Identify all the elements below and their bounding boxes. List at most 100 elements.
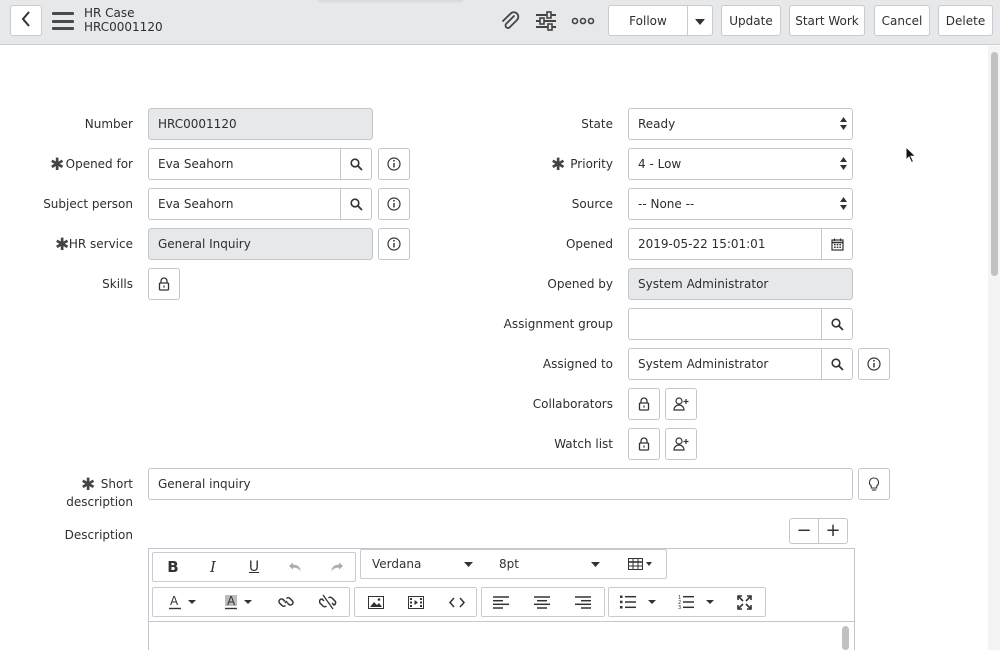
- opened-calendar-button[interactable]: [821, 228, 853, 260]
- expand-editor-button[interactable]: +: [818, 518, 848, 544]
- link-icon[interactable]: [271, 588, 301, 616]
- form-header: HR Case HRC0001120 Follow Update Start W…: [0, 0, 1000, 45]
- align-center-icon[interactable]: [527, 588, 557, 616]
- chevron-down-icon: [588, 550, 602, 578]
- search-icon: [349, 197, 363, 211]
- hr-service-field[interactable]: General Inquiry: [148, 228, 373, 260]
- align-right-icon[interactable]: [568, 588, 598, 616]
- chevron-down-icon: [695, 14, 705, 28]
- opened-by-label: Opened by: [547, 277, 613, 291]
- subject-person-info-button[interactable]: [378, 188, 410, 220]
- number-field[interactable]: HRC0001120: [148, 108, 373, 140]
- follow-button[interactable]: Follow: [608, 5, 688, 36]
- cancel-button[interactable]: Cancel: [874, 5, 930, 36]
- info-icon: [867, 357, 881, 371]
- skills-unlock-button[interactable]: [148, 268, 180, 300]
- font-size-select[interactable]: 8pt: [499, 550, 599, 578]
- svg-text:A: A: [170, 594, 179, 608]
- assigned-to-field[interactable]: System Administrator: [628, 348, 822, 380]
- watch-list-unlock-button[interactable]: [628, 428, 660, 460]
- hr-service-label: HR service: [68, 237, 133, 251]
- watch-list-add-me-button[interactable]: [665, 428, 697, 460]
- source-value: -- None --: [638, 197, 695, 211]
- opened-field[interactable]: 2019-05-22 15:01:01: [628, 228, 822, 260]
- priority-value: 4 - Low: [638, 157, 682, 171]
- image-icon[interactable]: [361, 588, 391, 616]
- back-icon: [21, 11, 31, 30]
- state-label: State: [581, 117, 613, 131]
- subject-person-field[interactable]: Eva Seahorn: [148, 188, 341, 220]
- list-toolbar-group: 123: [608, 587, 766, 617]
- editor-scrollbar[interactable]: [842, 626, 849, 650]
- back-button[interactable]: [10, 5, 42, 36]
- watch-list-label: Watch list: [554, 437, 613, 451]
- opened-by-field[interactable]: System Administrator: [628, 268, 853, 300]
- redo-icon[interactable]: [323, 553, 351, 581]
- collaborators-label: Collaborators: [532, 397, 613, 411]
- editor-content-divider: [148, 621, 855, 622]
- page-scrollbar-thumb[interactable]: [991, 52, 998, 276]
- search-icon: [830, 317, 844, 331]
- video-icon[interactable]: [401, 588, 431, 616]
- state-select[interactable]: Ready: [628, 108, 853, 140]
- collapse-editor-button[interactable]: −: [789, 518, 819, 544]
- code-icon[interactable]: [442, 588, 472, 616]
- italic-icon[interactable]: I: [199, 553, 227, 581]
- assignment-group-field[interactable]: [628, 308, 822, 340]
- more-icon[interactable]: [571, 10, 595, 32]
- svg-text:A: A: [227, 594, 236, 608]
- assigned-to-label: Assigned to: [542, 357, 613, 371]
- subject-person-label: Subject person: [43, 197, 133, 211]
- start-work-button[interactable]: Start Work: [789, 5, 865, 36]
- short-description-field[interactable]: General inquiry: [148, 468, 853, 500]
- update-button[interactable]: Update: [721, 5, 781, 36]
- background-color-icon[interactable]: A: [217, 588, 261, 616]
- follow-dropdown-button[interactable]: [687, 5, 713, 36]
- text-color-icon[interactable]: A: [161, 588, 205, 616]
- assignment-group-label: Assignment group: [503, 317, 613, 331]
- record-type: HR Case: [84, 6, 135, 20]
- subject-person-lookup-button[interactable]: [340, 188, 372, 220]
- assigned-to-lookup-button[interactable]: [821, 348, 853, 380]
- mouse-cursor-icon: [905, 145, 917, 167]
- lock-icon: [158, 277, 170, 291]
- opened-for-lookup-button[interactable]: [340, 148, 372, 180]
- bold-icon[interactable]: B: [159, 553, 187, 581]
- bullet-list-icon[interactable]: [615, 588, 663, 616]
- table-icon[interactable]: [623, 550, 657, 578]
- add-user-icon: [673, 397, 689, 411]
- assignment-group-lookup-button[interactable]: [821, 308, 853, 340]
- priority-label: Priority: [570, 157, 613, 171]
- opened-for-info-button[interactable]: [378, 148, 410, 180]
- paperclip-icon[interactable]: [498, 10, 522, 32]
- calendar-icon: [830, 238, 844, 251]
- add-user-icon: [673, 437, 689, 451]
- align-left-icon[interactable]: [486, 588, 516, 616]
- hamburger-menu-icon[interactable]: [52, 12, 74, 30]
- lock-icon: [638, 437, 650, 451]
- source-select[interactable]: -- None --: [628, 188, 853, 220]
- fullscreen-icon[interactable]: [729, 588, 759, 616]
- undo-icon[interactable]: [281, 553, 309, 581]
- underline-icon[interactable]: U: [240, 553, 268, 581]
- suggestion-button[interactable]: [858, 468, 890, 500]
- hr-service-info-button[interactable]: [378, 228, 410, 260]
- number-label: Number: [84, 117, 133, 131]
- numbered-list-icon[interactable]: 123: [673, 588, 721, 616]
- font-size-value: 8pt: [499, 557, 519, 571]
- description-label: Description: [64, 528, 133, 542]
- priority-select[interactable]: 4 - Low: [628, 148, 853, 180]
- delete-button[interactable]: Delete: [938, 5, 993, 36]
- unlink-icon[interactable]: [313, 588, 343, 616]
- search-icon: [830, 357, 844, 371]
- sliders-icon[interactable]: [534, 10, 558, 32]
- collaborators-add-me-button[interactable]: [665, 388, 697, 420]
- lightbulb-icon: [868, 476, 880, 492]
- assigned-to-info-button[interactable]: [858, 348, 890, 380]
- info-icon: [387, 157, 401, 171]
- opened-label: Opened: [565, 237, 613, 251]
- opened-for-field[interactable]: Eva Seahorn: [148, 148, 341, 180]
- collaborators-unlock-button[interactable]: [628, 388, 660, 420]
- search-icon: [349, 157, 363, 171]
- insert-toolbar-group: [354, 587, 477, 617]
